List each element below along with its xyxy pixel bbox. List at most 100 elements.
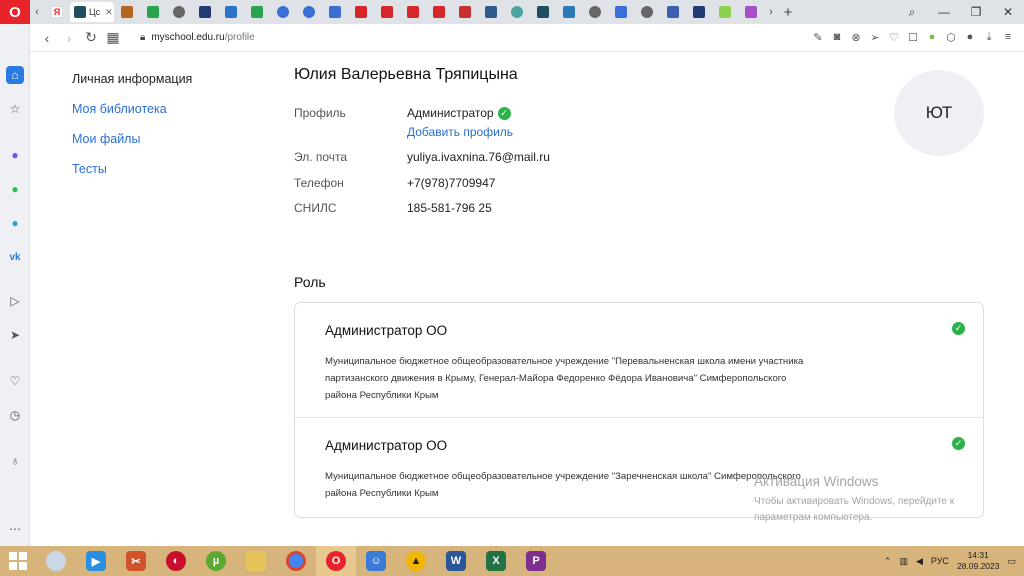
taskbar-app-explorer-icon[interactable]	[236, 546, 276, 576]
home-icon[interactable]: ⌂	[6, 66, 24, 84]
account-icon[interactable]: ●	[962, 31, 978, 44]
tab-close-icon[interactable]: ✕	[105, 7, 113, 18]
tab[interactable]	[504, 2, 530, 22]
vk-icon[interactable]: vk	[6, 248, 24, 266]
clock[interactable]: 14:31 28.09.2023	[957, 550, 1000, 572]
tab[interactable]	[634, 2, 660, 22]
role-organization: Муниципальное бюджетное общеобразователь…	[325, 471, 801, 499]
tray-up-icon[interactable]: ⌃	[884, 556, 892, 567]
player-icon[interactable]: ▷	[6, 292, 24, 310]
tab-active[interactable]: Цс ✕	[70, 2, 114, 22]
role-organization: Муниципальное бюджетное общеобразователь…	[325, 356, 804, 401]
send-icon[interactable]: ➢	[867, 31, 883, 44]
tab[interactable]	[348, 2, 374, 22]
tab[interactable]	[556, 2, 582, 22]
network-icon[interactable]: ▥	[899, 556, 908, 567]
taskbar-app-pdf-icon[interactable]: P	[516, 546, 556, 576]
role-item[interactable]: Администратор ОО Муниципальное бюджетное…	[295, 303, 983, 418]
camera-icon[interactable]: ◙	[829, 31, 845, 44]
taskbar-app-media-icon[interactable]: ◐	[156, 546, 196, 576]
whatsapp-icon[interactable]: ●	[6, 180, 24, 198]
check-favicon-icon	[251, 6, 263, 18]
nav-tests[interactable]: Тесты	[72, 162, 192, 179]
star-icon[interactable]: ☆	[6, 100, 24, 118]
windows-start-icon[interactable]	[0, 546, 36, 576]
tab[interactable]	[322, 2, 348, 22]
nav-personal-info[interactable]: Личная информация	[72, 72, 192, 89]
taskbar-app-tools-icon[interactable]: ✂	[116, 546, 156, 576]
taskbar-app-player-icon[interactable]: ▶	[76, 546, 116, 576]
bookmark-icon[interactable]: ☐	[905, 31, 921, 44]
taskbar-app-word-icon[interactable]: W	[436, 546, 476, 576]
search-tabs-icon[interactable]: ⌕	[896, 5, 928, 20]
tabs-grid-icon[interactable]: ▦	[102, 29, 124, 46]
role-check-icon: ✓	[952, 437, 965, 450]
tab[interactable]	[114, 2, 140, 22]
download-icon[interactable]: ⤓	[981, 31, 997, 44]
tab[interactable]	[582, 2, 608, 22]
heart-icon[interactable]: ♡	[886, 31, 902, 44]
tab[interactable]	[608, 2, 634, 22]
tab[interactable]	[660, 2, 686, 22]
tab[interactable]	[530, 2, 556, 22]
tab[interactable]	[218, 2, 244, 22]
taskbar-app-users-icon[interactable]: ☺	[356, 546, 396, 576]
tab[interactable]	[686, 2, 712, 22]
tab[interactable]	[296, 2, 322, 22]
taskbar-app-utorrent-icon[interactable]: µ	[196, 546, 236, 576]
volume-icon[interactable]: ◀	[916, 556, 923, 567]
red-favicon-icon	[355, 6, 367, 18]
tab[interactable]	[166, 2, 192, 22]
notifications-icon[interactable]: ▭	[1007, 556, 1016, 567]
taskbar-app-excel-icon[interactable]: X	[476, 546, 516, 576]
tab[interactable]	[712, 2, 738, 22]
restore-icon[interactable]: ❐	[960, 5, 992, 19]
new-tab-button[interactable]: +	[778, 4, 798, 21]
tab-yandex[interactable]: Я	[44, 2, 70, 22]
url-field[interactable]: myschool.edu.ru/profile	[151, 32, 254, 43]
tab[interactable]	[192, 2, 218, 22]
heart-icon[interactable]: ♡	[6, 372, 24, 390]
history-icon[interactable]: ◷	[6, 406, 24, 424]
add-profile-link[interactable]: Добавить профиль	[407, 125, 513, 139]
minimize-icon[interactable]: —	[928, 5, 960, 19]
edit-icon[interactable]: ✎	[810, 31, 826, 44]
back-icon[interactable]: ‹	[36, 30, 58, 46]
tab[interactable]	[738, 2, 764, 22]
tab[interactable]	[400, 2, 426, 22]
send-icon[interactable]: ➤	[6, 326, 24, 344]
taskbar-app-chrome-icon[interactable]	[276, 546, 316, 576]
nav-library[interactable]: Моя библиотека	[72, 102, 192, 119]
more-icon[interactable]: ⋯	[6, 520, 24, 538]
tab[interactable]	[374, 2, 400, 22]
extension-icon[interactable]: ●	[924, 31, 940, 44]
tab[interactable]	[478, 2, 504, 22]
forward-icon[interactable]: ›	[58, 30, 80, 46]
nav-files[interactable]: Мои файлы	[72, 132, 192, 149]
keyboard-lang[interactable]: РУС	[931, 556, 949, 566]
telegram-icon[interactable]: ●	[6, 214, 24, 232]
square-favicon-icon	[225, 6, 237, 18]
messenger-icon[interactable]: ●	[6, 146, 24, 164]
taskbar-app-paint-icon[interactable]	[36, 546, 76, 576]
opera-logo-icon[interactable]: O	[0, 0, 30, 24]
lock-icon[interactable]: 🔒︎	[140, 32, 145, 43]
taskbar-app-opera-icon[interactable]: O	[316, 546, 356, 576]
phone-value: +7(978)7709947	[407, 176, 496, 190]
tab[interactable]	[140, 2, 166, 22]
tab[interactable]	[244, 2, 270, 22]
close-window-icon[interactable]: ✕	[992, 5, 1024, 19]
site-favicon-icon	[537, 6, 549, 18]
tabs-scroll-right-icon[interactable]: ›	[764, 0, 778, 24]
cube-icon[interactable]: ⬡	[943, 31, 959, 44]
block-icon[interactable]: ⊗	[848, 31, 864, 44]
tab[interactable]	[452, 2, 478, 22]
reload-icon[interactable]: ↻	[80, 29, 102, 46]
tab[interactable]	[270, 2, 296, 22]
tab[interactable]	[426, 2, 452, 22]
bulb-icon[interactable]: ♁	[6, 452, 24, 470]
taskbar-app-triangle-icon[interactable]: ▲	[396, 546, 436, 576]
tabs-scroll-left-icon[interactable]: ‹	[30, 0, 44, 24]
avatar[interactable]: ЮТ	[894, 70, 984, 156]
menu-icon[interactable]: ≡	[1000, 31, 1016, 44]
